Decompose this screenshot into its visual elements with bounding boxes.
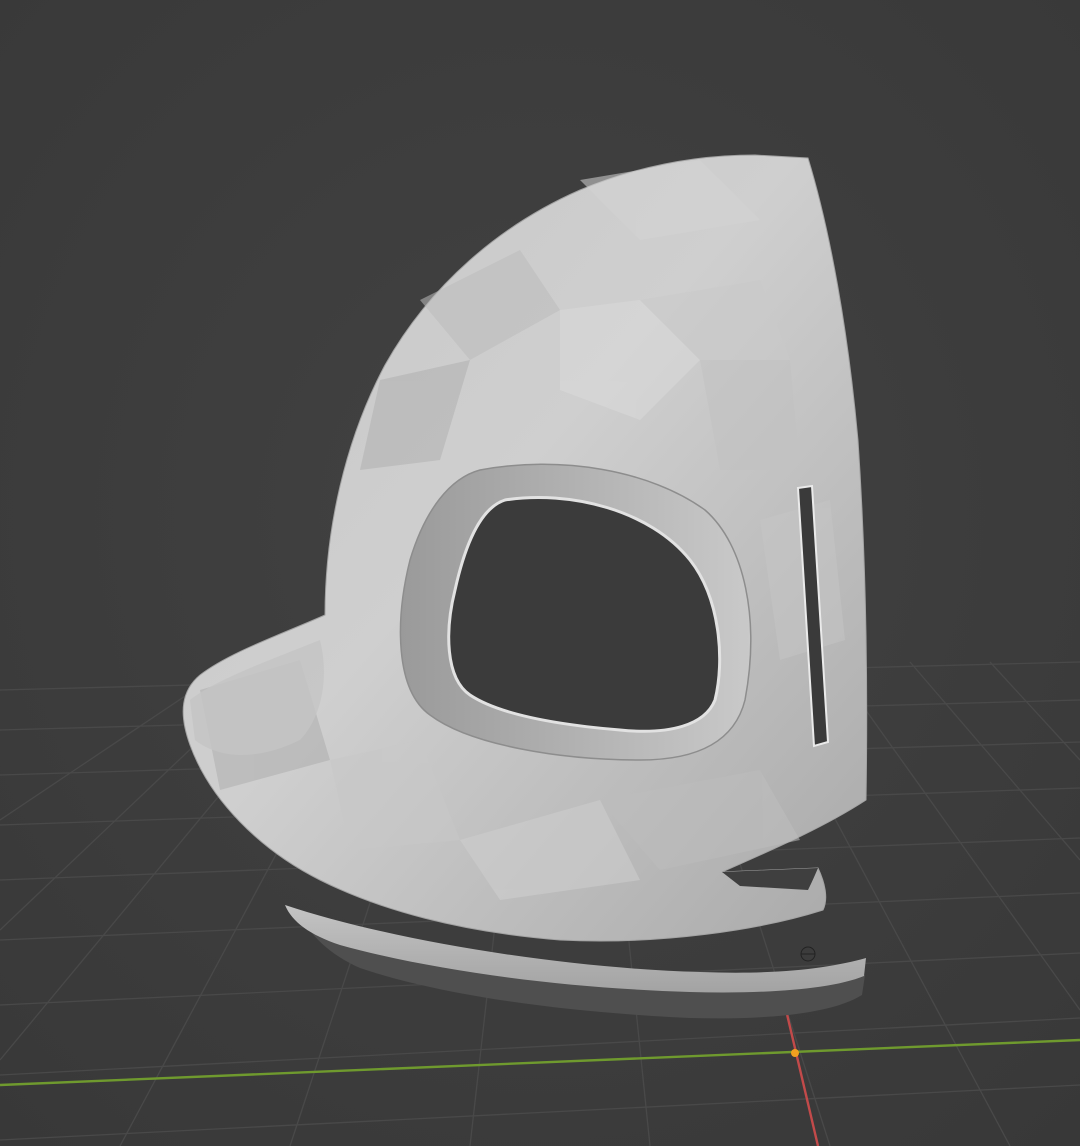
3d-viewport[interactable]: [0, 0, 1080, 1146]
origin-marker: [791, 1049, 799, 1057]
